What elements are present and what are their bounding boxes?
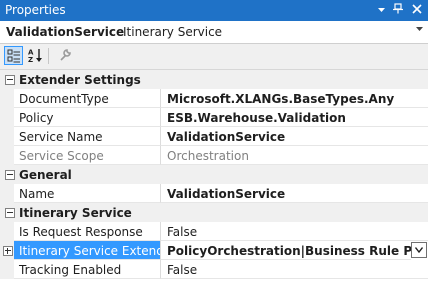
property-value[interactable]: ESB.Warehouse.Validation bbox=[161, 108, 428, 127]
property-label: Service Scope bbox=[14, 146, 161, 165]
category-itinerary-service[interactable]: Itinerary Service bbox=[0, 203, 428, 222]
window-title: Properties bbox=[5, 3, 66, 17]
pin-icon[interactable] bbox=[391, 3, 406, 18]
dropdown-arrow-icon[interactable] bbox=[374, 3, 389, 18]
alphabetical-sort-button[interactable]: A Z bbox=[26, 46, 45, 65]
object-type: Itinerary Service bbox=[123, 25, 223, 39]
wrench-icon bbox=[59, 49, 71, 61]
property-label: Service Name bbox=[14, 127, 161, 146]
expand-icon[interactable] bbox=[3, 246, 13, 256]
svg-text:Z: Z bbox=[28, 56, 33, 63]
property-label: Tracking Enabled bbox=[14, 260, 161, 279]
property-label: Is Request Response bbox=[14, 222, 161, 241]
object-selector[interactable]: ValidationService Itinerary Service bbox=[0, 21, 428, 44]
categorized-view-button[interactable] bbox=[4, 46, 23, 65]
property-label: Policy bbox=[14, 108, 161, 127]
value-dropdown-button[interactable] bbox=[411, 242, 427, 258]
category-extender-settings[interactable]: Extender Settings bbox=[0, 70, 428, 89]
chevron-down-icon bbox=[415, 247, 423, 253]
toolbar: A Z bbox=[0, 44, 428, 70]
property-pages-button[interactable] bbox=[55, 46, 74, 65]
object-name: ValidationService bbox=[6, 25, 125, 39]
property-value: Orchestration bbox=[161, 146, 428, 165]
category-label: Extender Settings bbox=[19, 73, 141, 87]
category-general[interactable]: General bbox=[0, 165, 428, 184]
collapse-icon[interactable] bbox=[5, 208, 15, 218]
property-row-service-scope[interactable]: Service Scope Orchestration bbox=[0, 146, 428, 165]
collapse-icon[interactable] bbox=[5, 170, 15, 180]
property-value[interactable]: ValidationService bbox=[161, 184, 428, 203]
property-label: Itinerary Service Extender bbox=[14, 241, 161, 260]
title-bar: Properties bbox=[0, 0, 428, 21]
property-row-service-name[interactable]: Service Name ValidationService bbox=[0, 127, 428, 146]
property-value[interactable]: Microsoft.XLANGs.BaseTypes.Any bbox=[161, 89, 428, 108]
category-label: General bbox=[19, 168, 72, 182]
collapse-icon[interactable] bbox=[5, 75, 15, 85]
property-grid: Extender Settings DocumentType Microsoft… bbox=[0, 70, 428, 279]
property-value[interactable]: PolicyOrchestration|Business Rule Policy… bbox=[161, 241, 411, 260]
property-row-itinerary-service-extender[interactable]: Itinerary Service Extender PolicyOrchest… bbox=[0, 241, 428, 260]
category-label: Itinerary Service bbox=[19, 206, 132, 220]
property-label: DocumentType bbox=[14, 89, 161, 108]
property-row-documenttype[interactable]: DocumentType Microsoft.XLANGs.BaseTypes.… bbox=[0, 89, 428, 108]
property-row-is-request-response[interactable]: Is Request Response False bbox=[0, 222, 428, 241]
property-row-policy[interactable]: Policy ESB.Warehouse.Validation bbox=[0, 108, 428, 127]
property-value[interactable]: False bbox=[161, 222, 428, 241]
close-icon[interactable] bbox=[409, 3, 424, 18]
property-label: Name bbox=[14, 184, 161, 203]
sort-az-icon: A Z bbox=[28, 49, 42, 63]
categorized-icon bbox=[7, 49, 20, 63]
chevron-down-icon[interactable] bbox=[415, 24, 424, 36]
toolbar-separator bbox=[48, 48, 49, 64]
property-row-tracking-enabled[interactable]: Tracking Enabled False bbox=[0, 260, 428, 279]
property-value[interactable]: False bbox=[161, 260, 428, 279]
property-value[interactable]: ValidationService bbox=[161, 127, 428, 146]
property-row-name[interactable]: Name ValidationService bbox=[0, 184, 428, 203]
